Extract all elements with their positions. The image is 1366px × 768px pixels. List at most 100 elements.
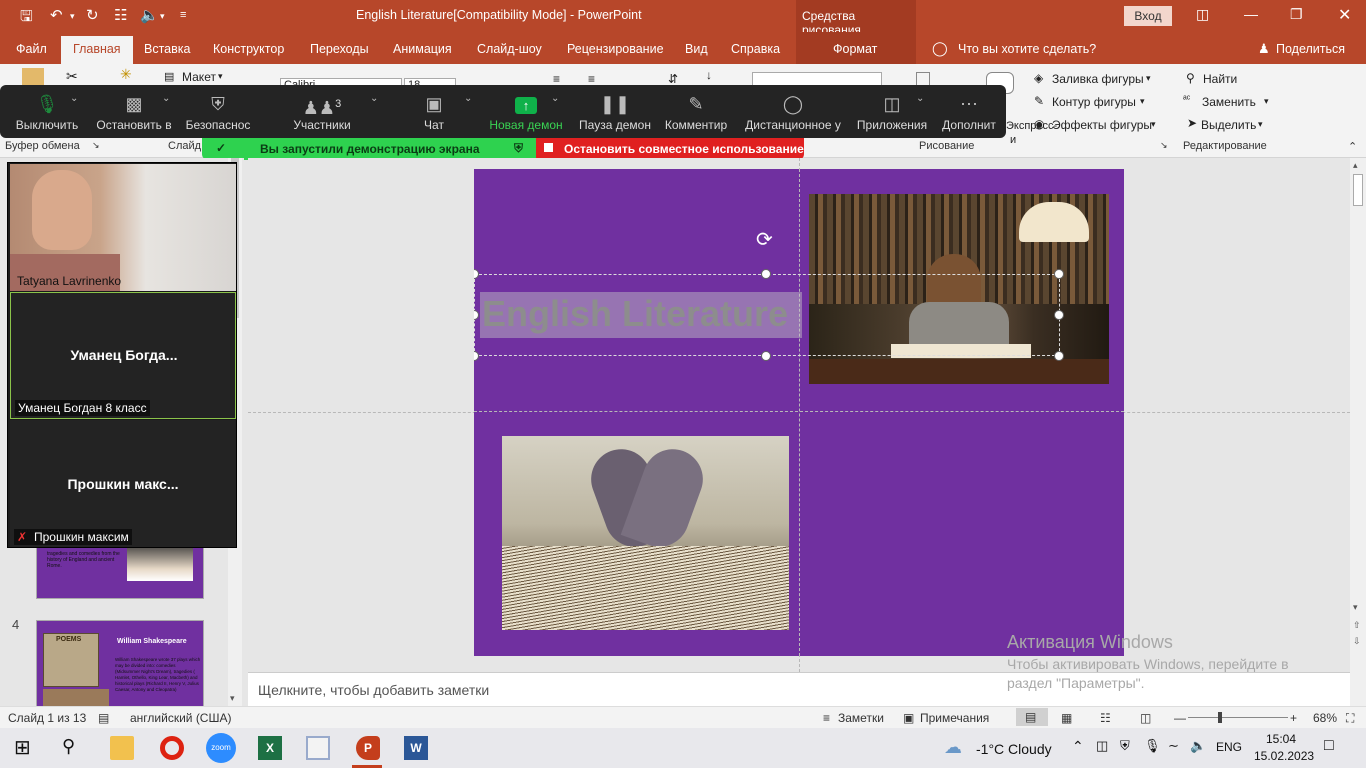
shape-outline-dropdown-icon[interactable]: ▾ — [1140, 96, 1145, 107]
mute-caret-icon[interactable]: ⌄ — [70, 93, 78, 104]
shape-effects-dropdown-icon[interactable]: ▾ — [1151, 119, 1156, 130]
language-indicator[interactable]: английский (США) — [130, 711, 231, 725]
tab-animations[interactable]: Анимация — [393, 42, 452, 56]
presentation-icon[interactable]: ☷ — [114, 6, 127, 24]
effects-icon[interactable]: ◉ — [1034, 117, 1044, 131]
previous-slide-icon[interactable]: ⇧ — [1353, 620, 1361, 631]
powerpoint-icon[interactable]: P — [356, 736, 380, 760]
fit-slide-icon[interactable]: ⛶ — [1346, 711, 1354, 726]
clock-time[interactable]: 15:04 — [1266, 732, 1296, 746]
volume-icon[interactable]: 🔈 — [1190, 738, 1206, 754]
network-device-icon[interactable]: ◫ — [1096, 738, 1108, 754]
participants-caret-icon[interactable]: ⌄ — [370, 93, 378, 104]
tab-review[interactable]: Рецензирование — [567, 42, 664, 56]
excel-icon[interactable]: X — [258, 736, 282, 760]
ribbon-display-icon[interactable]: ◫ — [1196, 6, 1209, 23]
fill-bucket-icon[interactable]: ◈ — [1034, 71, 1043, 85]
comments-button[interactable]: Примечания — [920, 711, 989, 725]
select-cursor-icon[interactable]: ➤ — [1187, 116, 1197, 130]
notes-button[interactable]: Заметки — [838, 711, 884, 725]
resize-handle[interactable] — [761, 269, 771, 279]
stop-share-button[interactable]: Остановить совместное использование — [536, 138, 804, 160]
comments-icon[interactable]: ▣ — [903, 711, 914, 725]
tab-view[interactable]: Вид — [685, 42, 708, 56]
tab-slideshow[interactable]: Слайд-шоу — [477, 42, 542, 56]
arrange-icon[interactable] — [916, 72, 930, 86]
select-button[interactable]: Выделить — [1201, 118, 1256, 132]
shape-fill-button[interactable]: Заливка фигуры — [1052, 72, 1144, 86]
line-spacing-icon[interactable]: ⇵ — [668, 72, 678, 86]
scroll-down-icon[interactable]: ▾ — [1353, 602, 1358, 613]
undo-icon[interactable]: ↶ — [50, 6, 63, 24]
slide-scrollbar[interactable]: ▴ ▾ ⇧ ⇩ — [1350, 158, 1366, 706]
opera-icon[interactable] — [160, 736, 184, 760]
wifi-icon[interactable]: ∼ — [1168, 738, 1179, 754]
bullets-icon[interactable]: ≡ — [553, 72, 560, 86]
shape-fill-dropdown-icon[interactable]: ▾ — [1146, 73, 1151, 84]
tab-format[interactable]: Формат — [833, 42, 877, 56]
scroll-thumb[interactable] — [1353, 174, 1363, 206]
paste-icon[interactable] — [22, 68, 44, 86]
microphone-tray-icon[interactable]: 🎙 — [1144, 738, 1161, 754]
customize-toolbar-icon[interactable]: ≡ — [180, 9, 186, 21]
resize-handle[interactable] — [474, 351, 479, 361]
text-direction-icon[interactable]: ↓ — [706, 68, 712, 82]
scroll-up-icon[interactable]: ▴ — [1353, 160, 1358, 171]
numbering-icon[interactable]: ≡ — [588, 72, 595, 86]
select-dropdown-icon[interactable]: ▾ — [1258, 119, 1263, 130]
chat-button[interactable]: ▣ Чат — [414, 85, 454, 138]
annotate-button[interactable]: ✎ Комментир — [662, 85, 730, 138]
save-icon[interactable]: 🖫 — [20, 6, 33, 31]
login-button[interactable]: Вход — [1124, 6, 1172, 26]
rotate-handle-icon[interactable]: ⟳ — [756, 227, 773, 252]
collapse-ribbon-icon[interactable]: ⌃ — [1348, 140, 1357, 153]
cut-icon[interactable]: ✂ — [66, 68, 78, 85]
shapes-gallery[interactable] — [752, 72, 882, 86]
replace-dropdown-icon[interactable]: ▾ — [1264, 96, 1269, 107]
find-button[interactable]: Найти — [1203, 72, 1237, 86]
share-button[interactable]: Поделиться — [1276, 42, 1345, 56]
slide-sorter-icon[interactable]: ▦ — [1061, 711, 1072, 725]
resize-handle[interactable] — [1054, 351, 1064, 361]
tab-help[interactable]: Справка — [731, 42, 780, 56]
video-tile-3[interactable]: Прошкин макс... ✗ Прошкин максим — [10, 420, 236, 547]
heart-book-image[interactable] — [502, 436, 789, 630]
video-caret-icon[interactable]: ⌄ — [162, 93, 170, 104]
layout-icon[interactable]: ▤ — [164, 70, 174, 83]
new-slide-icon[interactable]: ✳ — [120, 66, 132, 83]
tab-design[interactable]: Конструктор — [213, 42, 284, 56]
weather-text[interactable]: -1°C Cloudy — [976, 741, 1052, 757]
security-tray-icon[interactable]: ⛨ — [1120, 738, 1130, 754]
security-button[interactable]: ⛨ Безопаснос — [183, 85, 253, 138]
minimize-icon[interactable]: — — [1244, 6, 1258, 22]
zoom-in-icon[interactable]: + — [1290, 711, 1297, 725]
word-icon[interactable]: W — [404, 736, 428, 760]
notes-placeholder[interactable]: Щелкните, чтобы добавить заметки — [258, 682, 489, 698]
more-button[interactable]: ⋯ Дополнит — [938, 85, 1000, 138]
redo-icon[interactable]: ↻ — [86, 6, 99, 24]
pause-share-button[interactable]: ❚❚ Пауза демон — [576, 85, 654, 138]
next-slide-icon[interactable]: ⇩ — [1353, 636, 1361, 647]
tab-file[interactable]: Файл — [16, 42, 47, 56]
remote-control-button[interactable]: ◯ Дистанционное у — [742, 85, 844, 138]
chat-caret-icon[interactable]: ⌄ — [464, 93, 472, 104]
zoom-level[interactable]: 68% — [1313, 711, 1337, 725]
resize-handle[interactable] — [1054, 269, 1064, 279]
search-icon[interactable]: ⚲ — [1186, 71, 1195, 85]
pen-icon[interactable]: ✎ — [1034, 94, 1044, 108]
undo-dropdown-icon[interactable]: ▾ — [70, 11, 75, 22]
layout-dropdown-icon[interactable]: ▾ — [218, 71, 223, 82]
shape-effects-button[interactable]: Эффекты фигуры — [1052, 118, 1152, 132]
audio-icon[interactable]: 🔈 — [140, 6, 159, 24]
windows-start-icon[interactable]: ⊞ — [14, 735, 31, 760]
drawing-launcher-icon[interactable]: ↘ — [1160, 140, 1168, 151]
replace-button[interactable]: Заменить — [1202, 95, 1256, 109]
notifications-icon[interactable]: □ — [1324, 737, 1334, 755]
restore-icon[interactable]: ❐ — [1290, 6, 1303, 23]
resize-handle[interactable] — [1054, 310, 1064, 320]
accessibility-icon[interactable]: ▤ — [98, 711, 109, 725]
slide-thumbnail-4[interactable]: POEMS William Shakespeare William Shakes… — [36, 620, 204, 712]
share-caret-icon[interactable]: ⌄ — [551, 93, 559, 104]
layout-button[interactable]: Макет — [182, 70, 216, 84]
zoom-slider-thumb[interactable] — [1218, 712, 1222, 723]
